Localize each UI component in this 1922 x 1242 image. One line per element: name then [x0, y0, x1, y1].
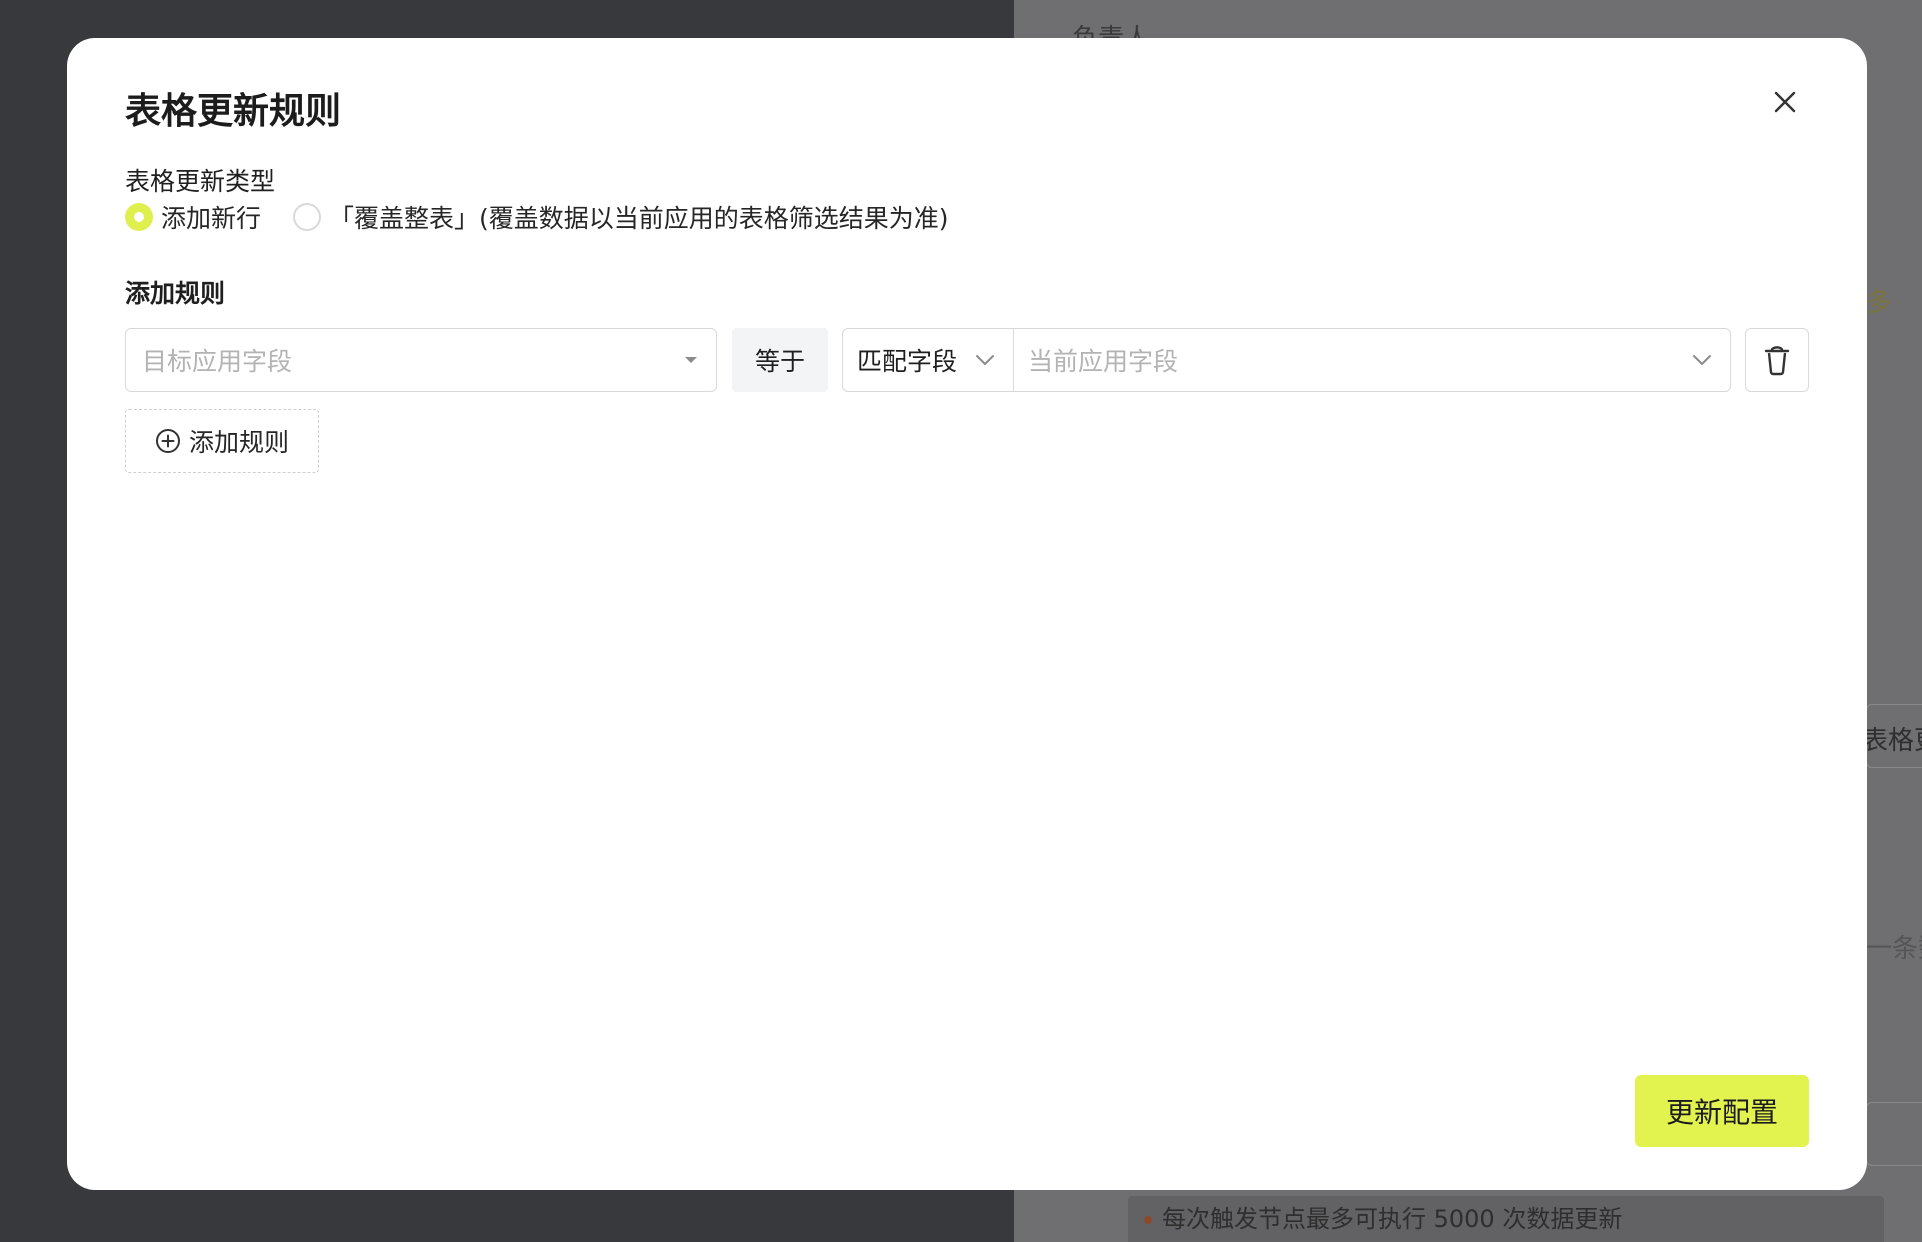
- bg-limit-note: 每次触发节点最多可执行 5000 次数据更新: [1128, 1196, 1884, 1242]
- close-icon: [1774, 91, 1796, 113]
- delete-rule-button[interactable]: [1745, 328, 1809, 392]
- add-rule-button[interactable]: 添加规则: [125, 409, 319, 473]
- bg-fragment: 一条数: [1866, 934, 1922, 964]
- chevron-down-icon: [976, 355, 994, 365]
- update-type-radio-group: 添加新行 「覆盖整表」(覆盖数据以当前应用的表格筛选结果为准): [125, 197, 981, 237]
- bg-fragment: 多: [1866, 288, 1893, 318]
- bg-fragment: 表格更: [1862, 726, 1922, 756]
- operator-equals: 等于: [732, 328, 828, 392]
- dialog-title: 表格更新规则: [125, 91, 342, 132]
- bullet-dot: [1144, 1216, 1152, 1224]
- add-rule-label: 添加规则: [188, 428, 289, 457]
- target-field-select[interactable]: 目标应用字段: [125, 328, 717, 392]
- radio-label: 「覆盖整表」(覆盖数据以当前应用的表格筛选结果为准): [329, 204, 949, 233]
- add-rules-heading: 添加规则: [125, 279, 226, 308]
- radio-unchecked-icon: [293, 203, 322, 231]
- radio-label: 添加新行: [161, 204, 262, 233]
- target-field-placeholder: 目标应用字段: [142, 347, 293, 376]
- radio-overwrite-table[interactable]: 「覆盖整表」(覆盖数据以当前应用的表格筛选结果为准): [293, 199, 949, 235]
- match-mode-value: 匹配字段: [857, 347, 958, 376]
- close-button[interactable]: [1767, 84, 1803, 120]
- match-mode-select[interactable]: 匹配字段: [842, 328, 1014, 392]
- table-update-rule-dialog: 表格更新规则 表格更新类型 添加新行 「覆盖整表」(覆盖数据以当前应用的表格筛选…: [67, 38, 1867, 1190]
- update-type-label: 表格更新类型: [125, 167, 276, 196]
- trash-icon: [1764, 346, 1790, 376]
- radio-checked-icon: [125, 203, 153, 231]
- plus-circle-icon: [155, 429, 180, 453]
- chevron-down-icon: [1693, 355, 1711, 365]
- current-field-select[interactable]: 当前应用字段: [1013, 328, 1731, 392]
- bg-input-box: [1866, 1102, 1922, 1166]
- current-field-placeholder: 当前应用字段: [1028, 347, 1179, 376]
- update-config-button[interactable]: 更新配置: [1635, 1075, 1809, 1147]
- radio-add-new-row[interactable]: 添加新行: [125, 199, 261, 235]
- bg-note-text: 每次触发节点最多可执行 5000 次数据更新: [1162, 1205, 1623, 1233]
- caret-down-icon: [685, 357, 697, 363]
